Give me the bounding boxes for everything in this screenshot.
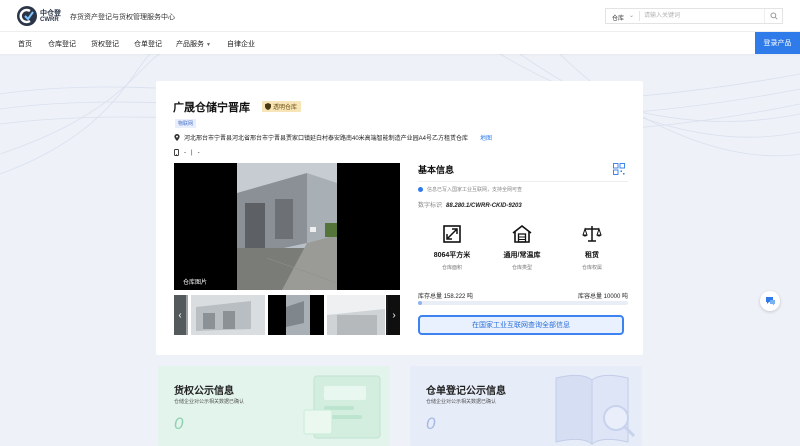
title-disclosure-panel[interactable]: 货权公示信息 仓储企业对公示相关数据已确认 0	[158, 366, 390, 446]
nav-receipt-registration[interactable]: 仓单登记	[134, 39, 162, 49]
address-row: 河北邢台市宁晋县河北省邢台市宁晋县贾家口镇延白村泰安路南40米高端智能制造产业园…	[174, 133, 492, 142]
nav-product-services[interactable]: 产品服务 ▼	[176, 39, 211, 49]
stock-total: 库存总量 158.222 吨	[418, 291, 473, 300]
stat-ownership-value: 租赁	[585, 252, 599, 259]
nav-title-registration[interactable]: 货权登记	[91, 39, 119, 49]
phone-extra: -	[197, 149, 200, 156]
chevron-down-icon: ▼	[206, 42, 211, 48]
nav-self-regulated[interactable]: 自律企业	[227, 39, 255, 49]
panel-title: 仓单登记公示信息	[426, 386, 506, 397]
thumbnail-2[interactable]	[268, 295, 324, 335]
transparent-warehouse-badge: 透明仓库	[262, 101, 302, 112]
panel-subtitle: 仓储企业对公示相关数据已确认	[174, 399, 245, 405]
chevron-down-icon[interactable]: ⌄	[629, 12, 634, 19]
panel-count: 0	[174, 414, 184, 433]
search-input[interactable]	[644, 10, 762, 22]
stock-total-value: 158.222 吨	[443, 294, 474, 300]
phone-row: - | -	[174, 149, 200, 156]
warehouse-photo-image	[237, 163, 337, 290]
stat-ownership-label: 仓库权属	[581, 265, 602, 271]
thumbnail-3[interactable]	[327, 295, 385, 335]
logo-icon[interactable]	[17, 6, 37, 26]
shield-icon	[265, 103, 271, 110]
receipt-disclosure-panel[interactable]: 仓单登记公示信息 仓储企业对公示相关数据已确认 0	[410, 366, 642, 446]
warehouse-name: 广晟仓储宁晋库	[173, 102, 250, 114]
divider	[418, 181, 628, 182]
digital-id-row: 数字标识 88.280.1/CWRR-CKID-9203	[418, 200, 522, 209]
stat-area: 8064平方米 仓库面积	[422, 223, 482, 271]
digital-id-label: 数字标识	[418, 203, 443, 209]
photo-caption: 仓库图片	[183, 280, 208, 286]
query-industrial-internet-button[interactable]: 在国家工业互联网查询全部信息	[418, 315, 624, 335]
search-divider	[639, 11, 640, 21]
iot-tag: 物联网	[175, 119, 197, 128]
capacity-progress-bar	[418, 301, 628, 305]
basic-info-title: 基本信息	[418, 165, 455, 175]
search-button[interactable]	[764, 9, 782, 23]
capacity-progress-fill	[418, 301, 423, 305]
photo-thumbnails: ‹ ›	[174, 295, 400, 335]
stock-total-label: 库存总量	[418, 294, 443, 300]
panel-subtitle: 仓储企业对公示相关数据已确认	[426, 399, 497, 405]
capacity-total: 库容总量 10000 吨	[578, 291, 628, 300]
search-box: 仓库 ⌄	[605, 8, 783, 24]
panel-count: 0	[426, 414, 436, 433]
stat-type-label: 仓库类型	[511, 265, 532, 271]
panel-illustration	[555, 374, 636, 446]
address-text: 河北邢台市宁晋县河北省邢台市宁晋县贾家口镇延白村泰安路南40米高端智能制造产业园…	[184, 136, 469, 142]
notice-text: 信息已写入国家工业互联网，支持全网可查	[427, 187, 523, 193]
stat-ownership: 租赁 仓库权属	[562, 223, 622, 271]
search-type-select[interactable]: 仓库	[612, 13, 624, 22]
stat-type: 通用/常温库 仓库类型	[492, 223, 552, 271]
capacity-total-label: 库容总量	[577, 294, 602, 300]
chevron-right-icon[interactable]: ›	[388, 295, 400, 335]
stat-area-value: 8064平方米	[433, 252, 471, 259]
nav-home[interactable]: 首页	[18, 39, 32, 49]
phone-icon	[174, 149, 179, 156]
notice-row: 信息已写入国家工业互联网，支持全网可查	[418, 186, 522, 193]
logo-text-en: CWRR	[40, 17, 59, 23]
phone-value: -	[184, 149, 186, 156]
location-pin-icon	[174, 134, 180, 141]
search-icon	[769, 12, 778, 20]
stat-area-label: 仓库面积	[441, 265, 462, 271]
badge-label: 透明仓库	[273, 105, 298, 111]
main-nav: 首页 仓库登记 货权登记 仓单登记 产品服务 ▼ 自律企业	[0, 32, 800, 54]
nav-warehouse-registration[interactable]: 仓库登记	[48, 39, 76, 49]
chat-icon	[765, 297, 775, 306]
warehouse-main-photo[interactable]: 仓库图片	[174, 163, 400, 290]
area-icon	[443, 225, 461, 243]
stat-type-value: 通用/常温库	[503, 252, 541, 259]
panel-illustration	[303, 375, 381, 439]
chevron-left-icon[interactable]: ‹	[174, 295, 186, 335]
capacity-total-value: 10000 吨	[603, 294, 628, 300]
warehouse-card: 广晟仓储宁晋库 透明仓库 物联网 河北邢台市宁晋县河北省邢台市宁晋县贾家口镇延白…	[156, 81, 643, 355]
map-link[interactable]: 地图	[480, 133, 492, 142]
customer-service-button[interactable]	[760, 291, 780, 311]
qr-code-icon[interactable]	[613, 163, 625, 175]
panel-title: 货权公示信息	[174, 386, 234, 397]
site-title: 存货资产登记与货权管理服务中心	[70, 14, 175, 21]
info-dot-icon	[418, 187, 423, 192]
nav-product-services-label: 产品服务	[176, 41, 204, 48]
top-bar: 中仓登 CWRR 存货资产登记与货权管理服务中心 仓库 ⌄	[0, 0, 800, 32]
scale-icon	[582, 226, 602, 242]
phone-separator: |	[191, 149, 193, 156]
login-button[interactable]: 登录产品	[755, 32, 800, 54]
digital-id-value: 88.280.1/CWRR-CKID-9203	[446, 203, 522, 209]
thumbnail-1[interactable]	[191, 295, 265, 335]
warehouse-icon	[512, 225, 532, 243]
